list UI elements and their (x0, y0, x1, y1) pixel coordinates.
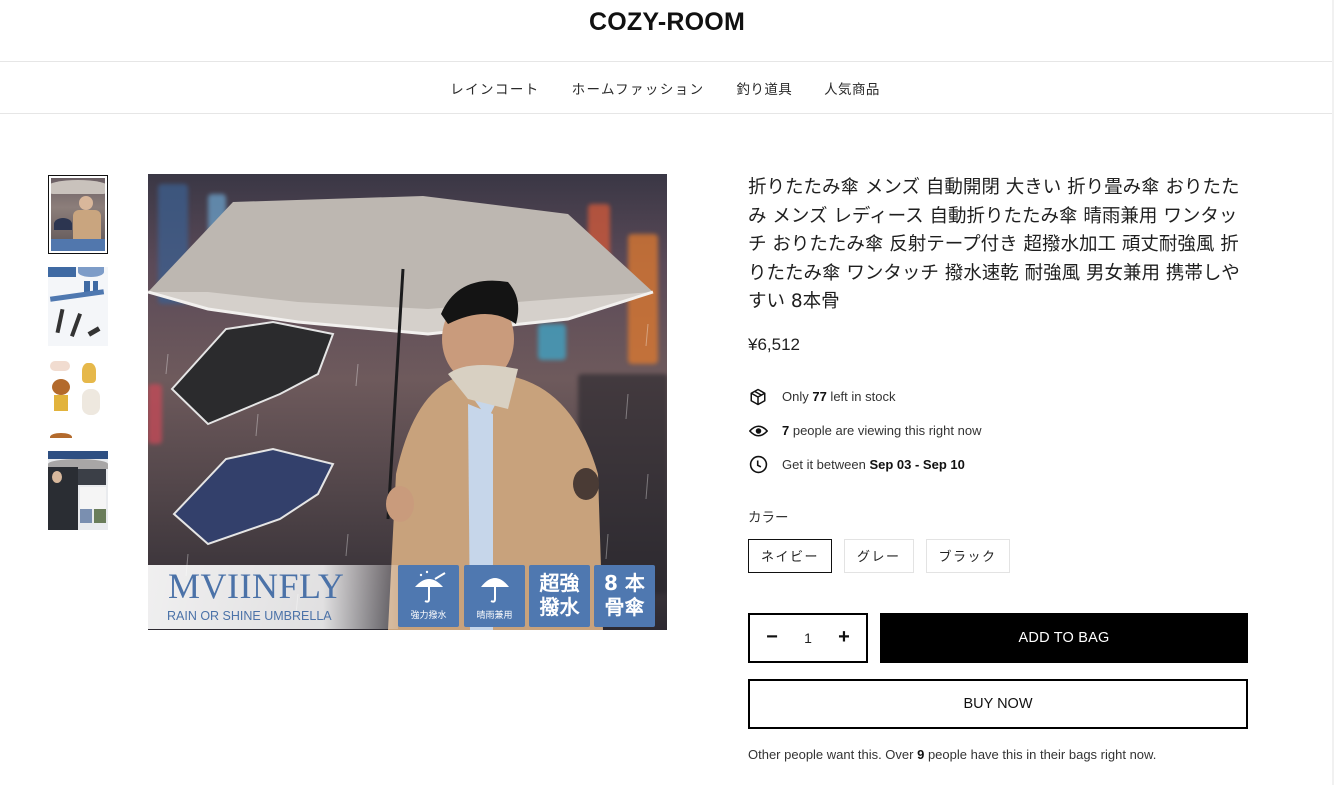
feature-label: 晴雨兼用 (476, 611, 513, 621)
nav-item-popular[interactable]: 人気商品 (824, 78, 880, 98)
stock-suffix: left in stock (826, 389, 896, 404)
nav-item-raincoat[interactable]: レインコート (450, 78, 539, 98)
product-details: 折りたたみ傘 メンズ 自動開閉 大きい 折り畳み傘 おりたたみ メンズ レディー… (748, 174, 1248, 762)
color-option-black[interactable]: ブラック (925, 538, 1010, 573)
brand-box: MVIINFLY RAIN OR SHINE UMBRELLA (148, 565, 398, 629)
product-feature-banner: MVIINFLY RAIN OR SHINE UMBRELLA 強力撥水 晴雨兼… (148, 565, 667, 630)
stock-prefix: Only (782, 389, 813, 404)
color-options: ネイビー グレー ブラック (748, 538, 1248, 573)
stock-info: Only 77 left in stock (748, 380, 1248, 414)
store-logo[interactable]: COZY-ROOM (589, 8, 745, 37)
brand-name: MVIINFLY (168, 566, 345, 606)
quantity-input[interactable] (793, 629, 823, 646)
main-product-image[interactable]: MVIINFLY RAIN OR SHINE UMBRELLA 強力撥水 晴雨兼… (148, 174, 667, 630)
delivery-info: Get it between Sep 03 - Sep 10 (748, 448, 1248, 482)
feature-8-ribs: 8 本 骨傘 (594, 565, 655, 627)
viewers-suffix: people are viewing this right now (789, 423, 982, 438)
delivery-text: Get it between Sep 03 - Sep 10 (782, 457, 965, 472)
color-label: カラー (748, 509, 789, 525)
delivery-prefix: Get it between (782, 457, 870, 472)
clock-icon (748, 455, 768, 475)
site-header: COZY-ROOM (0, 0, 1334, 62)
umbrella-rain-icon (414, 570, 446, 603)
umbrella-icon (480, 578, 509, 603)
nav-item-home-fashion[interactable]: ホームファッション (572, 78, 705, 98)
viewers-info: 7 people are viewing this right now (748, 414, 1248, 448)
social-suffix: people have this in their bags right now… (924, 746, 1157, 762)
buy-now-button[interactable]: BUY NOW (748, 678, 1248, 729)
quantity-stepper: − + (748, 612, 868, 663)
feature-label: 強力撥水 (410, 611, 447, 621)
feature-big-text: 8 本 骨傘 (604, 571, 645, 619)
viewers-text: 7 people are viewing this right now (782, 423, 981, 438)
box-icon (748, 387, 768, 407)
feature-water-repellent: 強力撥水 (398, 565, 459, 627)
feature-super-repellent: 超強 撥水 (529, 565, 590, 627)
brand-tagline: RAIN OR SHINE UMBRELLA (167, 609, 332, 623)
eye-icon (748, 421, 768, 441)
stock-text: Only 77 left in stock (782, 389, 895, 404)
add-to-bag-button[interactable]: ADD TO BAG (880, 612, 1248, 663)
thumbnail-1[interactable] (48, 175, 108, 254)
umbrella-graphic (148, 196, 654, 630)
thumbnail-3[interactable] (48, 359, 108, 438)
thumbnail-gallery (48, 175, 108, 543)
social-proof-text: Other people want this. Over 9 people ha… (748, 747, 1248, 762)
main-nav: レインコート ホームファッション 釣り道具 人気商品 (0, 62, 1334, 114)
delivery-range: Sep 03 - Sep 10 (869, 457, 965, 472)
purchase-row: − + ADD TO BAG (748, 612, 1248, 663)
nav-item-fishing-gear[interactable]: 釣り道具 (737, 78, 793, 98)
thumbnail-2[interactable] (48, 267, 108, 346)
color-option-navy[interactable]: ネイビー (748, 538, 833, 573)
stock-count: 77 (812, 389, 827, 404)
feature-sun-rain: 晴雨兼用 (464, 565, 525, 627)
social-prefix: Other people want this. Over (748, 746, 918, 762)
product-price: ¥6,512 (748, 334, 800, 354)
quantity-increase-button[interactable]: + (836, 626, 852, 649)
product-title: 折りたたみ傘 メンズ 自動開閉 大きい 折り畳み傘 おりたたみ メンズ レディー… (748, 177, 1240, 312)
quantity-decrease-button[interactable]: − (764, 626, 780, 649)
color-option-gray[interactable]: グレー (844, 538, 914, 573)
product-info-list: Only 77 left in stock 7 people are viewi… (748, 380, 1248, 482)
feature-big-text: 超強 撥水 (539, 571, 580, 619)
thumbnail-4[interactable] (48, 451, 108, 530)
